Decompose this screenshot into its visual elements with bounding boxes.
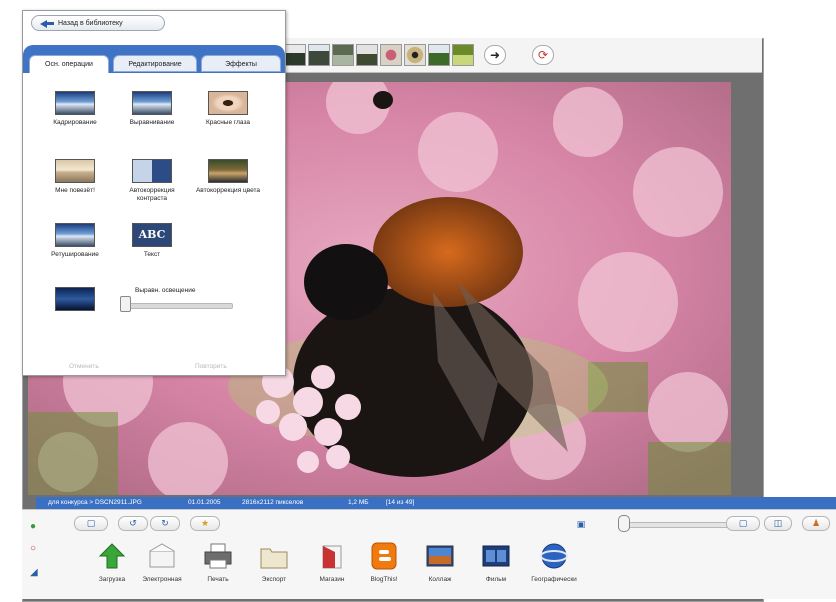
red-eye-tool[interactable]: Красные глаза: [191, 91, 265, 127]
thumbnail[interactable]: [332, 44, 354, 66]
auto-color-icon: [208, 159, 248, 183]
shop-icon: [322, 545, 342, 569]
tab-basic-operations[interactable]: Осн. операции: [29, 55, 109, 74]
crop-label: Кадрирование: [53, 119, 97, 126]
image-counter: [14 из 49]: [386, 499, 415, 506]
thumbnail[interactable]: [284, 44, 306, 66]
text-icon: ABC: [132, 223, 172, 247]
auto-color-label: Автокоррекция цвета: [195, 187, 261, 194]
tab-editing[interactable]: Редактирование: [113, 55, 197, 72]
email-button[interactable]: Электронная: [134, 542, 190, 583]
straighten-tool[interactable]: Выравнивание: [115, 91, 189, 127]
edit-panel: Назад в библиотеку Осн. операции Редакти…: [22, 10, 286, 376]
upload-arrow-icon: [98, 543, 126, 569]
shop-button[interactable]: Магазин: [304, 542, 360, 583]
thumbnail[interactable]: [308, 44, 330, 66]
straighten-icon: [132, 91, 172, 115]
file-path: для конкурса > DSCN2911.JPG: [48, 499, 142, 506]
lucky-icon: [55, 159, 95, 183]
red-eye-icon: [208, 91, 248, 115]
fill-light-icon: [55, 287, 95, 311]
shop-label: Магазин: [319, 576, 345, 583]
collage-icon: [426, 545, 454, 567]
fill-light-slider-track[interactable]: [123, 303, 233, 309]
thumbnail[interactable]: [428, 44, 450, 66]
thumbnail[interactable]: [452, 44, 474, 66]
tab-bar: Осн. операции Редактирование Эффекты: [23, 45, 285, 74]
back-button-label: Назад в библиотеку: [58, 20, 123, 27]
collage-button[interactable]: Коллаж: [412, 542, 468, 583]
thumbnail[interactable]: [356, 44, 378, 66]
red-circle-icon[interactable]: ○: [30, 544, 42, 554]
export-label: Экспорт: [261, 576, 287, 583]
printer-icon: [204, 543, 232, 569]
upload-label: Загрузка: [98, 576, 126, 583]
undo-button[interactable]: Отменить: [69, 363, 99, 370]
blogthis-label: BlogThis!: [370, 576, 398, 583]
envelope-icon: [149, 543, 175, 568]
upload-button[interactable]: Загрузка: [84, 542, 140, 583]
auto-contrast-tool[interactable]: Автокоррекция контраста: [115, 159, 189, 203]
green-dot-icon[interactable]: ●: [30, 522, 42, 532]
image-dimensions: 2816x2112 пикселов: [242, 499, 304, 506]
rotate-left-button[interactable]: ↺: [118, 516, 148, 531]
geotag-label: Географически: [531, 576, 577, 583]
retouch-icon: [55, 223, 95, 247]
basic-operations-content: Кадрирование Выравнивание Красные глаза …: [23, 73, 285, 373]
text-label: Текст: [143, 251, 161, 258]
bottom-toolbar: ● ○ ◢ ▢ ↺ ↻ ★ ▣ ▢ ◫ ♟ Загрузка Электронн…: [22, 509, 836, 599]
zoom-slider-handle[interactable]: [618, 515, 630, 532]
auto-contrast-icon: [132, 159, 172, 183]
file-size: 1,2 МБ: [348, 499, 369, 506]
crop-icon: [55, 91, 95, 115]
folder-icon: [260, 548, 288, 569]
rotate-right-button[interactable]: ↻: [150, 516, 180, 531]
print-label: Печать: [207, 576, 229, 583]
im-feeling-lucky-tool[interactable]: Мне повезёт!: [38, 159, 112, 195]
geotag-button[interactable]: Географически: [526, 542, 582, 583]
email-label: Электронная: [142, 576, 182, 583]
crop-tool[interactable]: Кадрирование: [38, 91, 112, 127]
text-tool[interactable]: ABC Текст: [115, 223, 189, 259]
globe-icon: [540, 543, 568, 569]
auto-contrast-label: Автокоррекция контраста: [129, 187, 175, 202]
retouch-tool[interactable]: Ретуширование: [38, 223, 112, 259]
caption-button[interactable]: ▢: [74, 516, 108, 531]
people-button[interactable]: ♟: [802, 516, 830, 531]
zoom-photo-icon[interactable]: ▣: [570, 518, 592, 533]
movie-button[interactable]: Фильм: [468, 542, 524, 583]
compare-view-button[interactable]: ◫: [764, 516, 792, 531]
fill-light-label: Выравн. освещение: [135, 287, 196, 294]
red-eye-label: Красные глаза: [205, 119, 251, 126]
blogthis-button[interactable]: BlogThis!: [356, 542, 412, 583]
back-arrow-tail: [46, 22, 54, 25]
lucky-label: Мне повезёт!: [55, 187, 95, 194]
fit-view-button[interactable]: ▢: [726, 516, 760, 531]
auto-color-tool[interactable]: Автокоррекция цвета: [191, 159, 265, 195]
collage-label: Коллаж: [428, 576, 452, 583]
blogger-icon: [371, 542, 397, 570]
fill-light-tool[interactable]: [38, 287, 112, 315]
back-to-library-button[interactable]: Назад в библиотеку: [31, 15, 165, 31]
tag-dropdown-icon[interactable]: ◢: [30, 568, 42, 578]
export-button[interactable]: Экспорт: [246, 542, 302, 583]
thumbnail[interactable]: [404, 44, 426, 66]
thumbnail[interactable]: [380, 44, 402, 66]
fill-light-slider-handle[interactable]: [120, 296, 131, 312]
print-button[interactable]: Печать: [190, 542, 246, 583]
retouch-label: Ретуширование: [51, 251, 99, 258]
rotate-color-button[interactable]: ⟳: [532, 45, 554, 65]
film-icon: [482, 545, 510, 567]
star-button[interactable]: ★: [190, 516, 220, 531]
redo-button[interactable]: Повторить: [195, 363, 227, 370]
status-bar: для конкурса > DSCN2911.JPG 01.01.2005 2…: [36, 497, 836, 509]
next-arrow-button[interactable]: ➜: [484, 45, 506, 65]
movie-label: Фильм: [485, 576, 507, 583]
zoom-slider-track[interactable]: [622, 522, 736, 528]
tab-effects[interactable]: Эффекты: [201, 55, 281, 72]
file-date: 01.01.2005: [188, 499, 221, 506]
straighten-label: Выравнивание: [129, 119, 175, 126]
